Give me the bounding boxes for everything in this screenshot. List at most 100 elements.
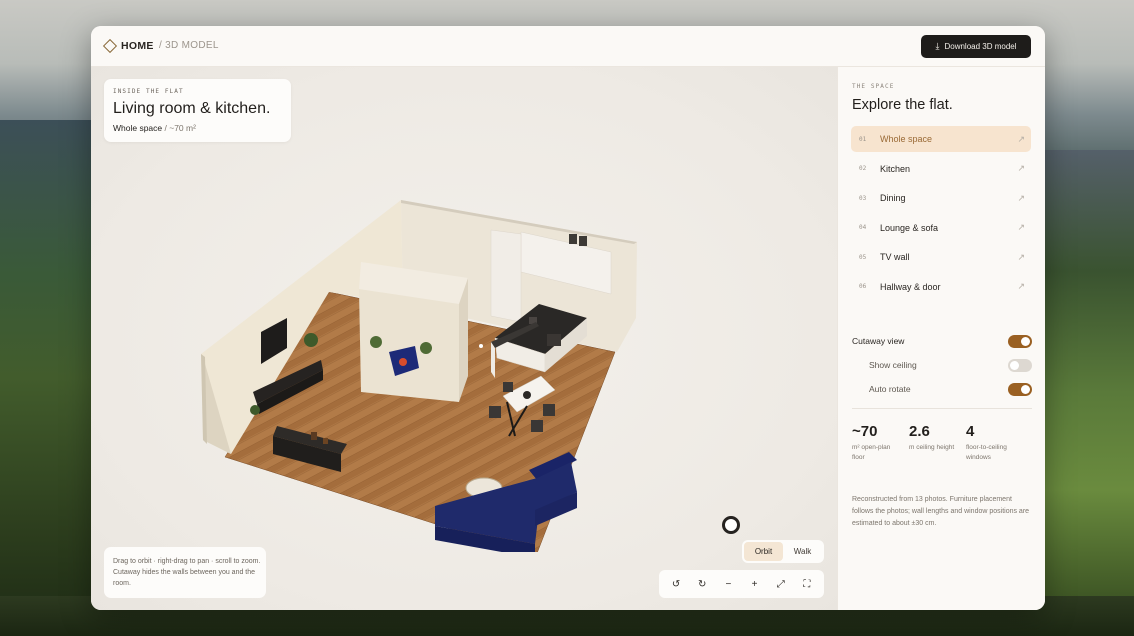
nav-item-number: 03 [859,194,867,202]
dining-chair-4 [503,382,513,392]
arrow-up-right-icon: ↗ [1017,192,1025,203]
kitchen-island-front [491,342,495,378]
flat-stats: ~70 m² open-plan floor 2.6 m ceiling hei… [852,423,1032,462]
download-icon: ⤓ [935,41,940,51]
nav-item-number: 01 [859,135,867,143]
nav-item-label: Dining [880,193,906,204]
download-3d-model-button[interactable]: ⤓ Download 3D model [921,35,1031,58]
logo-diamond-icon[interactable] [102,38,118,54]
nav-item-hallway-door[interactable]: 06 Hallway & door ↗ [851,274,1031,300]
desk-item-2 [323,438,328,444]
sidebar-eyebrow: THE SPACE [852,83,895,90]
app-window: HOME / 3D MODEL ⤓ Download 3D model INSI… [91,26,1045,610]
view-mode-toggle: Orbit Walk [742,540,824,563]
wall-decor-2 [579,236,587,246]
background-hill-right [1034,150,1134,636]
divider [852,408,1032,409]
zoom-out-icon[interactable]: − [717,573,739,595]
space-nav: 01 Whole space ↗ 02 Kitchen ↗ 03 Dining … [851,126,1031,304]
sidebar-title: Explore the flat. [852,97,953,113]
nav-item-label: Lounge & sofa [880,222,939,233]
nav-item-label: Whole space [880,134,933,144]
toggle-row-ceiling: Show ceiling [852,353,1032,377]
stat-label: floor-to-ceiling windows [966,444,1007,461]
nav-item-dining[interactable]: 03 Dining ↗ [851,185,1031,211]
view-toggles: Cutaway view Show ceiling Auto rotate [852,329,1032,401]
plant-3 [420,342,432,354]
nav-item-number: 06 [859,283,867,291]
dining-chair-2 [531,420,543,432]
stat-windows: 4 floor-to-ceiling windows [966,423,1023,462]
stat-value: 2.6 [909,423,930,440]
arrow-up-right-icon: ↗ [1017,163,1025,174]
breadcrumb-current: / 3D MODEL [159,40,219,51]
expand-icon[interactable]: ⤢ [770,573,792,595]
reconstruction-note: Reconstructed from 13 photos. Furniture … [852,496,1030,527]
nav-item-number: 02 [859,165,867,173]
light-dot [479,344,483,348]
walk-mode-button[interactable]: Walk [783,542,822,561]
arrow-up-right-icon: ↗ [1017,222,1025,233]
orbit-mode-button[interactable]: Orbit [744,542,783,561]
arrow-up-right-icon: ↗ [1017,251,1025,262]
cutaway-view-switch[interactable] [1008,335,1032,348]
breadcrumb-home[interactable]: HOME [121,40,154,52]
controls-hint: Drag to orbit · right-drag to pan · scro… [113,558,261,587]
desk-item-1 [311,432,317,440]
cursor-indicator [722,516,740,534]
kitchen-tall-cabinet [490,229,522,323]
dining-chair-3 [543,404,555,416]
armchair-cushion [399,358,407,366]
toggle-label: Auto rotate [869,384,911,394]
stat-label: m² open-plan floor [852,444,891,461]
zoom-in-icon[interactable]: + [744,573,766,595]
controls-hint-card: Drag to orbit · right-drag to pan · scro… [104,547,266,598]
toggle-row-auto-rotate: Auto rotate [852,377,1032,401]
dining-table-bowl [523,391,531,399]
wall-decor-1 [569,234,577,244]
arrow-up-right-icon: ↗ [1017,281,1025,292]
dining-chair-1 [489,406,501,418]
nav-item-whole-space[interactable]: 01 Whole space ↗ [851,126,1031,152]
switch-knob [1010,361,1019,370]
room-subtitle-size: / ~70 m² [164,123,196,133]
nav-item-label: TV wall [880,252,910,263]
room-3d-model[interactable] [191,192,651,552]
download-button-label: Download 3D model [944,42,1017,51]
3d-viewport[interactable]: INSIDE THE FLAT Living room & kitchen. W… [91,67,837,610]
fullscreen-icon[interactable]: ⛶ [796,573,818,595]
stat-floor-area: ~70 m² open-plan floor [852,423,909,462]
arrow-up-right-icon: ↗ [1017,133,1025,144]
show-ceiling-switch[interactable] [1008,359,1032,372]
rotate-left-icon[interactable]: ↺ [665,573,687,595]
switch-knob [1021,337,1030,346]
stat-ceiling-height: 2.6 m ceiling height [909,423,966,462]
background-hill-left [0,120,100,636]
auto-rotate-switch[interactable] [1008,383,1032,396]
room-title: Living room & kitchen. [113,100,271,117]
stat-label: m ceiling height [909,444,955,451]
nav-item-label: Hallway & door [880,281,941,292]
camera-toolbar: ↺ ↻ − + ⤢ ⛶ [659,570,824,598]
room-info-card: INSIDE THE FLAT Living room & kitchen. W… [104,79,291,142]
nav-item-label: Kitchen [880,163,911,174]
toggle-label: Cutaway view [852,336,905,346]
plant-4 [250,405,260,415]
nav-item-tv-wall[interactable]: 05 TV wall ↗ [851,244,1031,270]
toggle-label: Show ceiling [869,360,917,370]
plant-1 [304,333,318,347]
rotate-right-icon[interactable]: ↻ [691,573,713,595]
nav-item-number: 04 [859,224,867,232]
stat-value: ~70 [852,423,878,440]
info-eyebrow: INSIDE THE FLAT [113,88,184,95]
top-bar: HOME / 3D MODEL ⤓ Download 3D model [91,26,1045,67]
nav-item-lounge-sofa[interactable]: 04 Lounge & sofa ↗ [851,215,1031,241]
kitchen-oven [547,334,561,346]
nav-item-number: 05 [859,253,867,261]
switch-knob [1021,385,1030,394]
nav-item-kitchen[interactable]: 02 Kitchen ↗ [851,156,1031,182]
plant-2 [370,336,382,348]
toggle-row-cutaway: Cutaway view [852,329,1032,353]
stat-value: 4 [966,423,975,440]
room-subtitle: Whole space / ~70 m² [113,123,196,133]
